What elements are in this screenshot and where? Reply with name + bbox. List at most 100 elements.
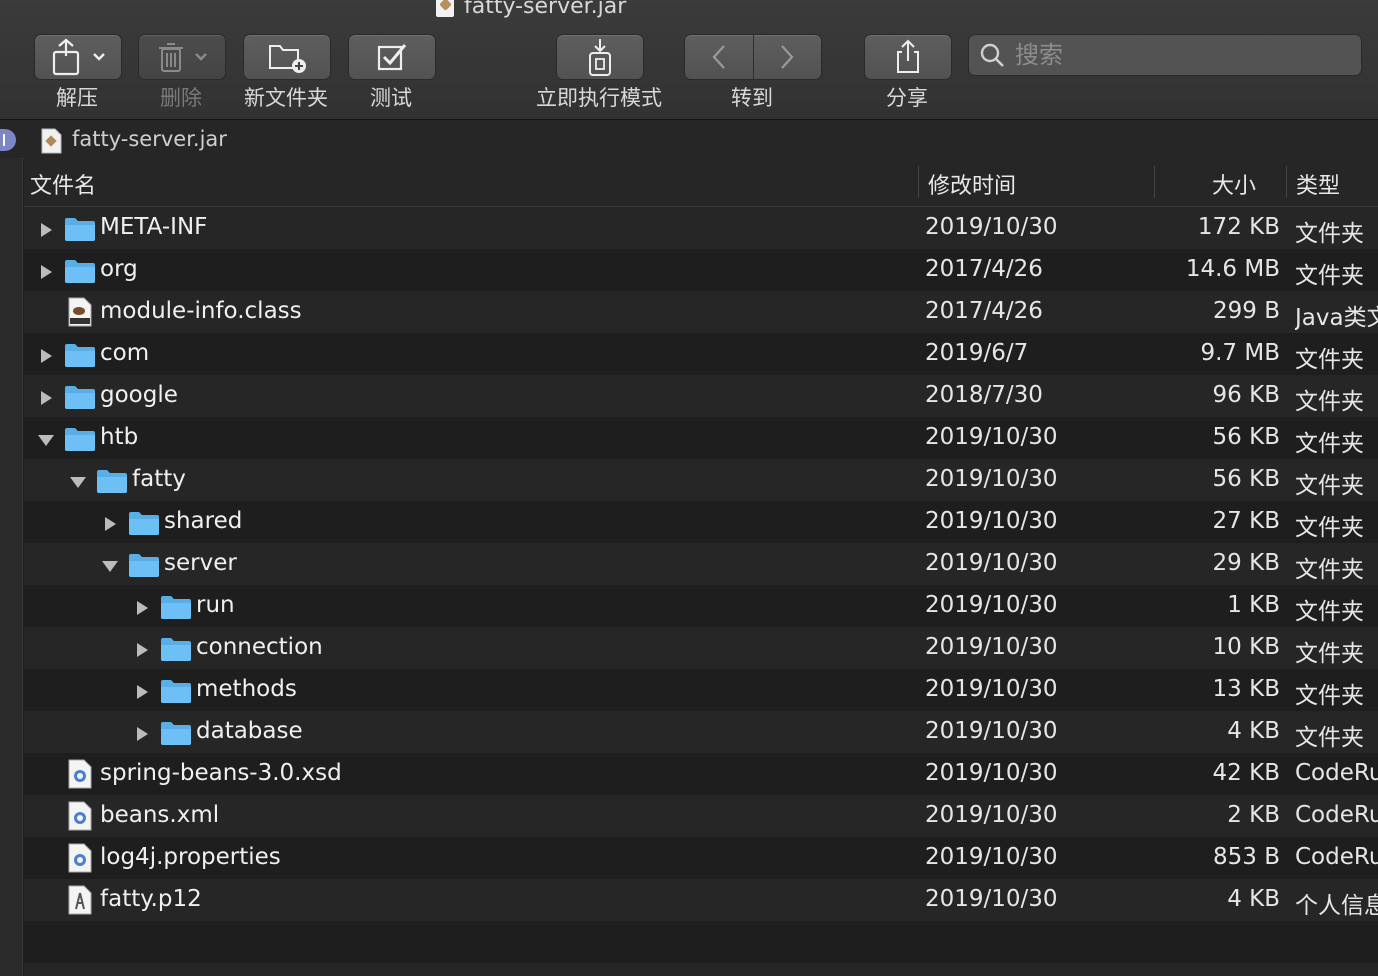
file-type: 文件夹 — [1295, 221, 1364, 247]
file-type: 文件夹 — [1295, 683, 1364, 709]
file-modified: 2019/10/30 — [925, 214, 1058, 240]
disclosure-closed-icon[interactable] — [101, 513, 119, 531]
delete-button[interactable] — [138, 34, 226, 80]
disclosure-closed-icon[interactable] — [37, 261, 55, 279]
forward-button[interactable] — [754, 44, 821, 70]
file-modified: 2019/6/7 — [925, 340, 1029, 366]
back-button[interactable] — [686, 44, 753, 70]
column-header-type[interactable]: 类型 — [1296, 168, 1340, 200]
file-size: 4 KB — [1227, 886, 1280, 912]
file-name: spring-beans-3.0.xsd — [100, 760, 342, 786]
table-row[interactable]: methods 2019/10/30 13 KB 文件夹 — [24, 669, 1378, 711]
file-name: beans.xml — [100, 802, 220, 828]
file-type: 文件夹 — [1295, 557, 1364, 583]
disclosure-closed-icon[interactable] — [133, 639, 151, 657]
disclosure-closed-icon[interactable] — [133, 597, 151, 615]
test-button[interactable] — [348, 34, 436, 80]
certificate-icon — [68, 885, 92, 921]
table-row[interactable]: shared 2019/10/30 27 KB 文件夹 — [24, 501, 1378, 543]
archive-icon — [41, 128, 62, 154]
class-file-icon — [68, 297, 92, 333]
trash-icon — [159, 43, 183, 72]
file-type: 文件夹 — [1295, 599, 1364, 625]
file-type: 文件夹 — [1295, 515, 1364, 541]
file-name: module-info.class — [100, 298, 302, 324]
disclosure-closed-icon[interactable] — [133, 723, 151, 741]
table-row[interactable]: fatty.p12 2019/10/30 4 KB 个人信息 — [24, 879, 1378, 921]
file-size: 299 B — [1213, 298, 1280, 324]
file-name: google — [100, 382, 178, 408]
file-size: 853 B — [1213, 844, 1280, 870]
code-file-icon — [68, 843, 92, 879]
table-row[interactable]: org 2017/4/26 14.6 MB 文件夹 — [24, 249, 1378, 291]
file-size: 42 KB — [1212, 760, 1280, 786]
exec-mode-label: 立即执行模式 — [536, 86, 662, 110]
column-divider[interactable] — [1154, 166, 1155, 198]
file-name: log4j.properties — [100, 844, 281, 870]
extract-here-icon — [589, 39, 611, 76]
folder-icon — [64, 384, 96, 416]
table-row[interactable]: database 2019/10/30 4 KB 文件夹 — [24, 711, 1378, 753]
table-row[interactable]: beans.xml 2019/10/30 2 KB CodeRunner — [24, 795, 1378, 837]
file-modified: 2019/10/30 — [925, 802, 1058, 828]
new-folder-button[interactable] — [243, 34, 331, 80]
table-row[interactable]: google 2018/7/30 96 KB 文件夹 — [24, 375, 1378, 417]
code-file-icon — [68, 801, 92, 837]
extract-button[interactable] — [34, 34, 122, 80]
extract-icon — [52, 38, 80, 76]
table-row[interactable]: spring-beans-3.0.xsd 2019/10/30 42 KB CodeR… — [24, 753, 1378, 795]
table-row[interactable]: server 2019/10/30 29 KB 文件夹 — [24, 543, 1378, 585]
left-gutter — [0, 158, 23, 976]
file-name: connection — [196, 634, 323, 660]
table-row[interactable]: com 2019/6/7 9.7 MB 文件夹 — [24, 333, 1378, 375]
path-current[interactable]: fatty-server.jar — [72, 127, 227, 151]
checkbox-icon — [377, 44, 407, 71]
file-name: run — [196, 592, 235, 618]
chevron-left-icon — [712, 45, 725, 69]
disclosure-closed-icon[interactable] — [37, 345, 55, 363]
folder-icon — [64, 258, 96, 290]
column-divider[interactable] — [1286, 166, 1287, 198]
file-name: fatty.p12 — [100, 886, 202, 912]
file-modified: 2019/10/30 — [925, 634, 1058, 660]
exec-mode-button[interactable] — [556, 34, 644, 80]
disclosure-open-icon[interactable] — [101, 555, 119, 573]
file-size: 4 KB — [1227, 718, 1280, 744]
column-header-name[interactable]: 文件名 — [30, 168, 96, 200]
share-button[interactable] — [864, 34, 952, 80]
file-modified: 2019/10/30 — [925, 592, 1058, 618]
disclosure-closed-icon[interactable] — [133, 681, 151, 699]
search-input[interactable] — [1013, 40, 1337, 70]
folder-icon — [160, 678, 192, 710]
table-row[interactable]: htb 2019/10/30 56 KB 文件夹 — [24, 417, 1378, 459]
search-field[interactable] — [968, 34, 1362, 76]
table-row[interactable]: log4j.properties 2019/10/30 853 B CodeRunne… — [24, 837, 1378, 879]
disclosure-closed-icon[interactable] — [37, 219, 55, 237]
chevron-right-icon — [781, 45, 794, 69]
file-modified: 2019/10/30 — [925, 760, 1058, 786]
file-name: shared — [164, 508, 243, 534]
delete-label: 删除 — [160, 86, 202, 110]
table-row[interactable]: module-info.class 2017/4/26 299 B Java类文件 — [24, 291, 1378, 333]
folder-icon — [128, 510, 160, 542]
file-modified: 2019/10/30 — [925, 844, 1058, 870]
table-row[interactable]: run 2019/10/30 1 KB 文件夹 — [24, 585, 1378, 627]
file-name: org — [100, 256, 138, 282]
table-row[interactable]: fatty 2019/10/30 56 KB 文件夹 — [24, 459, 1378, 501]
file-type: CodeRunner — [1295, 844, 1378, 870]
disclosure-closed-icon[interactable] — [37, 387, 55, 405]
file-type: 文件夹 — [1295, 473, 1364, 499]
table-header: 文件名 修改时间 大小 类型 — [24, 158, 1378, 208]
disclosure-open-icon[interactable] — [37, 429, 55, 447]
table-row[interactable]: META-INF 2019/10/30 172 KB 文件夹 — [24, 207, 1378, 249]
file-type: 文件夹 — [1295, 263, 1364, 289]
file-type: 文件夹 — [1295, 725, 1364, 751]
disclosure-open-icon[interactable] — [69, 471, 87, 489]
column-divider[interactable] — [918, 166, 919, 198]
folder-icon — [160, 636, 192, 668]
file-size: 9.7 MB — [1200, 340, 1280, 366]
table-row[interactable]: connection 2019/10/30 10 KB 文件夹 — [24, 627, 1378, 669]
column-header-modified[interactable]: 修改时间 — [928, 168, 1016, 200]
new-folder-label: 新文件夹 — [244, 86, 328, 110]
column-header-size[interactable]: 大小 — [1212, 168, 1256, 200]
